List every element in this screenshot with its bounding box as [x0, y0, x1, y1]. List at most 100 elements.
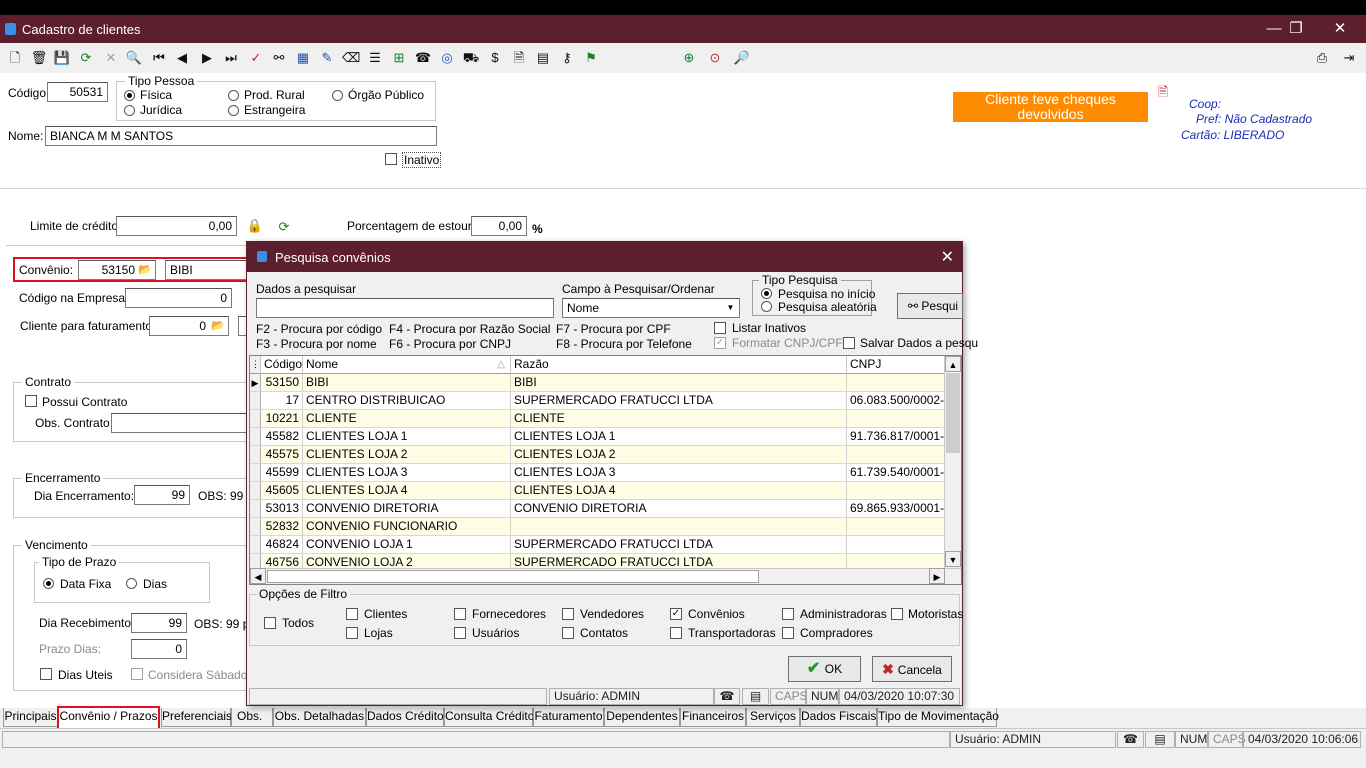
filtro-administradoras-checkbox[interactable]: [782, 608, 794, 620]
dialog-close-icon[interactable]: ✕: [941, 247, 954, 267]
table-cell[interactable]: 46824: [261, 536, 303, 554]
table-row[interactable]: 45605 CLIENTES LOJA 4 CLIENTES LOJA 4: [250, 482, 946, 500]
ok-button[interactable]: ✔ OK: [788, 656, 861, 682]
codigo-input[interactable]: 50531: [47, 82, 108, 102]
tab-consulta-credito[interactable]: Consulta Crédito: [444, 708, 534, 727]
listar-inativos-checkbox[interactable]: [714, 322, 726, 334]
results-grid[interactable]: ⋮ Código Nome △ Razão CNPJ ▶ 53150 BIBI BIB…: [249, 355, 962, 585]
table-cell[interactable]: CLIENTE: [511, 410, 847, 428]
tab-tipo-movimentacao[interactable]: Tipo de Movimentação: [877, 708, 999, 727]
table-cell[interactable]: 45599: [261, 464, 303, 482]
campo-pesquisar-select[interactable]: Nome: [562, 298, 740, 318]
scroll-down-icon[interactable]: ▼: [945, 551, 961, 567]
target-icon[interactable]: ⊙: [706, 49, 724, 67]
table-cell[interactable]: 91.736.817/0001-88: [847, 428, 946, 446]
column-razao[interactable]: Razão: [511, 356, 847, 374]
filter-icon[interactable]: ✓: [247, 49, 265, 67]
cancela-button[interactable]: ✖ Cancela: [872, 656, 952, 682]
restore-button[interactable]: ❐: [1276, 18, 1316, 40]
filtro-transportadoras-checkbox[interactable]: [670, 627, 682, 639]
table-cell[interactable]: 45605: [261, 482, 303, 500]
table-cell[interactable]: CONVENIO FUNCIONARIO: [303, 518, 511, 536]
table-cell[interactable]: CLIENTE: [303, 410, 511, 428]
filtro-usuarios-checkbox[interactable]: [454, 627, 466, 639]
radio-pesquisa-inicio[interactable]: [761, 288, 772, 299]
table-cell[interactable]: 61.739.540/0001-88: [847, 464, 946, 482]
new-icon[interactable]: 🗋: [6, 49, 24, 67]
recalculate-icon[interactable]: ⟳: [275, 218, 293, 236]
scroll-left-icon[interactable]: ◀: [250, 568, 266, 584]
flag-icon[interactable]: ⚑: [582, 49, 600, 67]
tab-dependentes[interactable]: Dependentes: [604, 708, 680, 727]
filtro-lojas-checkbox[interactable]: [346, 627, 358, 639]
filtro-contatos-checkbox[interactable]: [562, 627, 574, 639]
exit-icon[interactable]: ⇥: [1340, 49, 1358, 67]
radio-estrangeira[interactable]: [228, 105, 239, 116]
faturamento-lookup-icon[interactable]: 📂: [210, 319, 226, 333]
table-cell[interactable]: CLIENTES LOJA 4: [303, 482, 511, 500]
lock-icon[interactable]: 🔒: [246, 217, 264, 235]
row-indicator[interactable]: [250, 410, 261, 428]
table-row[interactable]: 46824 CONVENIO LOJA 1 SUPERMERCADO FRATUCC…: [250, 536, 946, 554]
radio-fisica[interactable]: [124, 90, 135, 101]
dias-uteis-checkbox[interactable]: [40, 668, 52, 680]
prazo-dias-input[interactable]: 0: [131, 639, 187, 659]
codigo-empresa-input[interactable]: 0: [125, 288, 232, 308]
convenio-name-input[interactable]: BIBI: [165, 260, 250, 280]
table-row[interactable]: 45582 CLIENTES LOJA 1 CLIENTES LOJA 1 91.73…: [250, 428, 946, 446]
tab-faturamento[interactable]: Faturamento: [533, 708, 604, 727]
calculator-icon[interactable]: ▤: [534, 49, 552, 67]
radio-dias[interactable]: [126, 578, 137, 589]
table-cell[interactable]: CLIENTES LOJA 4: [511, 482, 847, 500]
radio-orgao-publico[interactable]: [332, 90, 343, 101]
table-row[interactable]: ▶ 53150 BIBI BIBI: [250, 374, 946, 392]
money-icon[interactable]: $: [486, 49, 504, 67]
refresh-icon[interactable]: ⟳: [77, 49, 95, 67]
close-button[interactable]: ✕: [1320, 18, 1360, 40]
document-icon[interactable]: 🗎: [510, 49, 528, 67]
previous-record-icon[interactable]: ◀: [173, 49, 191, 67]
considera-sabado-checkbox[interactable]: [131, 668, 143, 680]
row-indicator[interactable]: [250, 464, 261, 482]
table-cell[interactable]: 45582: [261, 428, 303, 446]
list-icon[interactable]: ☰: [366, 49, 384, 67]
tab-dados-credito[interactable]: Dados Crédito: [366, 708, 444, 727]
tab-principais[interactable]: Principais: [3, 708, 58, 727]
alert-document-icon[interactable]: 🗎: [1154, 83, 1172, 101]
radio-pesquisa-aleatoria[interactable]: [761, 301, 772, 312]
tab-obs-detalhadas[interactable]: Obs. Detalhadas: [273, 708, 366, 727]
globe-icon[interactable]: ◎: [438, 49, 456, 67]
edit-icon[interactable]: ✎: [318, 49, 336, 67]
scroll-up-icon[interactable]: ▲: [945, 356, 961, 372]
row-indicator[interactable]: [250, 446, 261, 464]
filtro-convenios-checkbox[interactable]: ✓: [670, 608, 682, 620]
save-icon[interactable]: 💾: [53, 49, 71, 67]
table-cell[interactable]: [847, 482, 946, 500]
tab-financeiros[interactable]: Financeiros: [680, 708, 746, 727]
key-icon[interactable]: ⚷: [558, 49, 576, 67]
horizontal-scroll-thumb[interactable]: [267, 570, 759, 583]
folder-lookup-icon[interactable]: 📂: [137, 263, 153, 277]
table-cell[interactable]: CLIENTES LOJA 2: [511, 446, 847, 464]
salvar-dados-checkbox[interactable]: [843, 337, 855, 349]
table-cell[interactable]: CLIENTES LOJA 2: [303, 446, 511, 464]
table-cell[interactable]: CLIENTES LOJA 1: [303, 428, 511, 446]
filtro-todos-checkbox[interactable]: [264, 617, 276, 629]
table-cell[interactable]: CENTRO DISTRIBUICAO: [303, 392, 511, 410]
row-indicator[interactable]: ▶: [250, 374, 261, 392]
table-cell[interactable]: BIBI: [511, 374, 847, 392]
next-record-icon[interactable]: ▶: [198, 49, 216, 67]
horizontal-scrollbar[interactable]: ◀ ▶: [250, 568, 961, 584]
table-cell[interactable]: CLIENTES LOJA 1: [511, 428, 847, 446]
search-icon[interactable]: 🔍: [125, 49, 143, 67]
table-cell[interactable]: 52832: [261, 518, 303, 536]
table-row[interactable]: 52832 CONVENIO FUNCIONARIO: [250, 518, 946, 536]
row-indicator[interactable]: [250, 536, 261, 554]
table-cell[interactable]: CLIENTES LOJA 3: [303, 464, 511, 482]
radio-juridica[interactable]: [124, 105, 135, 116]
table-cell[interactable]: 53013: [261, 500, 303, 518]
printer-icon[interactable]: ⎙: [1313, 49, 1331, 67]
table-cell[interactable]: SUPERMERCADO FRATUCCI LTDA: [511, 392, 847, 410]
filtro-motoristas-checkbox[interactable]: [891, 608, 903, 620]
table-cell[interactable]: [847, 410, 946, 428]
